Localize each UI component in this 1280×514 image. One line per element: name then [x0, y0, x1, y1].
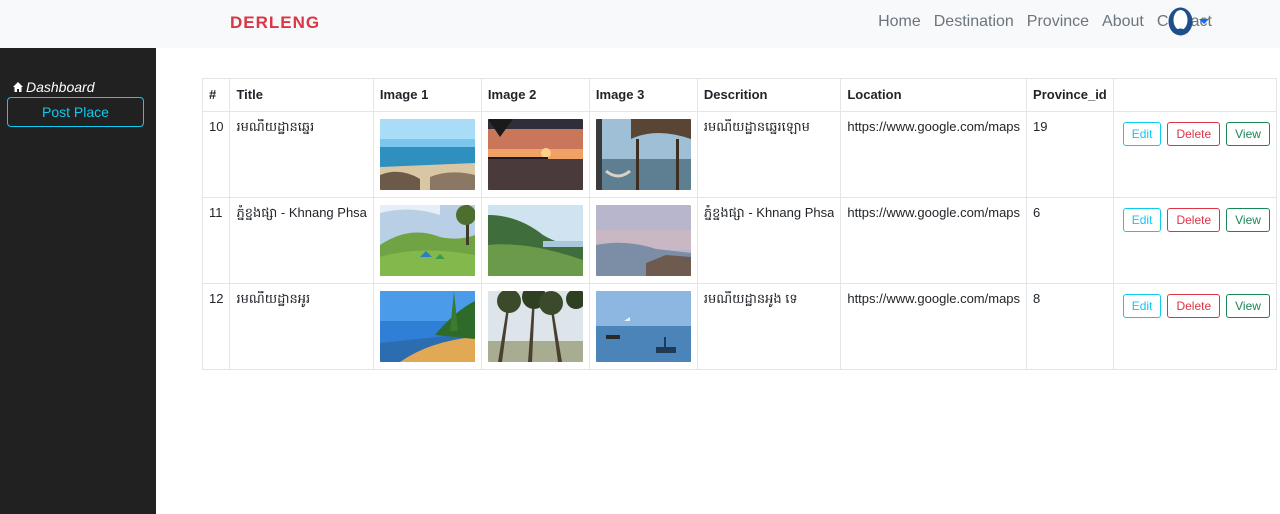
beach-rocks-image: [379, 119, 475, 190]
home-icon: [13, 82, 23, 92]
brand-logo[interactable]: DERLENG: [230, 13, 320, 33]
table-row: 10 រមណីយដ្ឋានឆ្នេរ រមណីយដ្ឋានឆ្នេរឡោម ht…: [201, 111, 1277, 198]
mountain-valley-image: [487, 205, 583, 276]
title-text: ភ្នំខ្នងផ្សា - Khnang Phsa: [236, 205, 367, 220]
table-row: 11 ភ្នំខ្នងផ្សា - Khnang Phsa ភ្នំខ្នងផ្…: [201, 197, 1277, 284]
description-text: រមណីយដ្ឋានអូង ទេ: [703, 291, 798, 306]
location-link[interactable]: https://www.google.com/maps: [847, 291, 1020, 306]
title-text: រមណីយដ្ឋានឆ្នេរ: [236, 119, 315, 134]
cell-location: https://www.google.com/maps: [840, 283, 1028, 370]
location-link[interactable]: https://www.google.com/maps: [847, 119, 1020, 134]
table-header-row: # Title Image 1 Image 2 Image 3 Descriti…: [201, 78, 1277, 112]
boats-sea-image: [595, 291, 691, 362]
hill-tents-image: [379, 205, 475, 276]
palm-trees-image: [487, 291, 583, 362]
sidebar-item-dashboard[interactable]: Dashboard: [12, 79, 95, 95]
cell-description: រមណីយដ្ឋានអូង ទេ: [696, 283, 842, 370]
chevron-down-icon[interactable]: [1199, 18, 1209, 24]
view-button[interactable]: View: [1226, 294, 1270, 318]
col-header-description: Descrition: [696, 78, 842, 112]
cell-location: https://www.google.com/maps: [840, 111, 1028, 198]
cell-image1: [372, 197, 482, 284]
nav-province[interactable]: Province: [1027, 13, 1089, 31]
cell-title: ភ្នំខ្នងផ្សា - Khnang Phsa: [229, 197, 374, 284]
cell-image1: [372, 283, 482, 370]
cell-image3: [588, 197, 698, 284]
edit-button[interactable]: Edit: [1122, 122, 1162, 146]
col-header-id: #: [201, 78, 231, 112]
sunset-pier-image: [487, 119, 583, 190]
col-header-image1: Image 1: [372, 78, 482, 112]
description-text: ភ្នំខ្នងផ្សា - Khnang Phsa: [703, 205, 835, 220]
col-header-province-id: Province_id: [1026, 78, 1114, 112]
nav-destination[interactable]: Destination: [934, 13, 1014, 31]
col-header-location: Location: [840, 78, 1028, 112]
user-avatar-icon[interactable]: [1168, 7, 1193, 36]
col-header-image2: Image 2: [480, 78, 590, 112]
cell-province-id: 19: [1026, 111, 1114, 198]
delete-button[interactable]: Delete: [1167, 122, 1221, 146]
nav-links: Home Destination Province About Contact: [865, 0, 1212, 44]
post-place-button[interactable]: Post Place: [7, 97, 144, 127]
table-row: 12 រមណីយដ្ឋានអូរ រមណីយដ្ឋានអូង ទេ https:…: [201, 283, 1277, 370]
delete-button[interactable]: Delete: [1167, 208, 1221, 232]
top-navbar: DERLENG Home Destination Province About …: [0, 0, 1280, 48]
col-header-title: Title: [229, 78, 374, 112]
cell-province-id: 6: [1026, 197, 1114, 284]
cell-province-id: 8: [1026, 283, 1114, 370]
misty-mountain-image: [595, 205, 691, 276]
cell-image2: [480, 111, 590, 198]
beach-hut-image: [595, 119, 691, 190]
cell-image2: [480, 283, 590, 370]
col-header-image3: Image 3: [588, 78, 698, 112]
places-table: # Title Image 1 Image 2 Image 3 Descriti…: [201, 78, 1277, 370]
view-button[interactable]: View: [1226, 208, 1270, 232]
cell-actions: Edit Delete View: [1112, 111, 1277, 198]
col-header-actions: [1112, 78, 1277, 112]
cell-title: រមណីយដ្ឋានអូរ: [229, 283, 374, 370]
view-button[interactable]: View: [1226, 122, 1270, 146]
cell-description: ភ្នំខ្នងផ្សា - Khnang Phsa: [696, 197, 842, 284]
user-menu[interactable]: [1168, 6, 1214, 36]
cell-id: 10: [201, 111, 231, 198]
nav-home[interactable]: Home: [878, 13, 921, 31]
delete-button[interactable]: Delete: [1167, 294, 1221, 318]
cell-id: 12: [201, 283, 231, 370]
cell-location: https://www.google.com/maps: [840, 197, 1028, 284]
description-text: រមណីយដ្ឋានឆ្នេរឡោម: [703, 119, 810, 134]
edit-button[interactable]: Edit: [1122, 294, 1162, 318]
cell-description: រមណីយដ្ឋានឆ្នេរឡោម: [696, 111, 842, 198]
cell-id: 11: [201, 197, 231, 284]
sidebar-item-label: Dashboard: [26, 79, 95, 95]
location-link[interactable]: https://www.google.com/maps: [847, 205, 1020, 220]
cell-image3: [588, 283, 698, 370]
edit-button[interactable]: Edit: [1122, 208, 1162, 232]
sandy-beach-image: [379, 291, 475, 362]
cell-title: រមណីយដ្ឋានឆ្នេរ: [229, 111, 374, 198]
cell-image1: [372, 111, 482, 198]
nav-about[interactable]: About: [1102, 13, 1144, 31]
cell-image2: [480, 197, 590, 284]
cell-actions: Edit Delete View: [1112, 197, 1277, 284]
cell-image3: [588, 111, 698, 198]
title-text: រមណីយដ្ឋានអូរ: [236, 291, 311, 306]
cell-actions: Edit Delete View: [1112, 283, 1277, 370]
sidebar: Dashboard Post Place: [0, 48, 156, 514]
